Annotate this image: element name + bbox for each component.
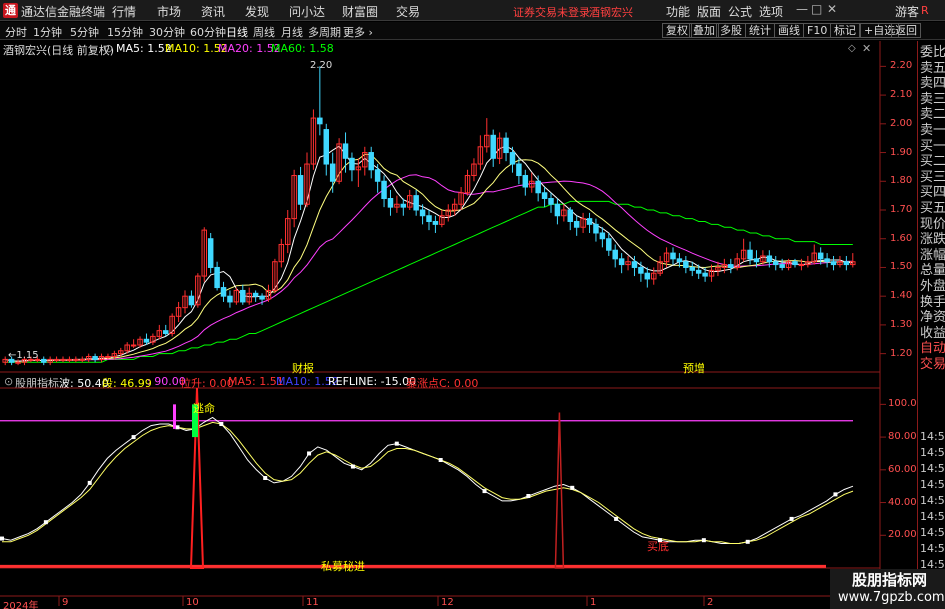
sidebar-item: 买二 [920, 154, 945, 170]
sidebar-item: 总量 [920, 263, 945, 279]
sidebar-item: 换手 [920, 294, 945, 310]
date-tick-label: 9 [62, 597, 69, 608]
sidebar-item: 买五 [920, 201, 945, 216]
sidebar-item: 外盘 [920, 279, 945, 294]
date-tick-label: 10 [186, 597, 199, 608]
sidebar-item: 卖二 [920, 107, 945, 123]
sidebar-item: 卖五 [920, 60, 945, 76]
date-axis: 2024年 9 10 11 12 1 2 [0, 0, 945, 609]
sidebar-item: 委比 [920, 45, 945, 60]
trade-time: 14:56 [920, 510, 945, 523]
sidebar-item: 卖四 [920, 76, 945, 92]
sidebar-item: 涨幅 [920, 247, 945, 263]
date-tick-label: 2 [707, 597, 714, 608]
date-tick-label: 11 [306, 597, 319, 608]
trade-time: 14:56 [920, 446, 945, 459]
trade-time: 14:56 [920, 526, 945, 539]
sidebar-item: 买四 [920, 185, 945, 201]
event-forecast-label[interactable]: 预增 [683, 360, 705, 376]
trade-time: 14:56 [920, 478, 945, 491]
trade-time: 14:56 [920, 462, 945, 475]
trade-time: 14:56 [920, 494, 945, 507]
date-tick-label: 12 [441, 597, 454, 608]
sidebar-item: 卖一 [920, 123, 945, 138]
high-price-label: 2.20 [310, 60, 333, 71]
date-tick-label: 1 [590, 597, 597, 608]
escape-signal-label: 逃命 [193, 402, 215, 415]
sidebar-item: 买三 [920, 169, 945, 185]
sidebar-item: 买一 [920, 138, 945, 154]
low-price-label: ←1.15 [8, 350, 39, 361]
private-fund-label: 私募秘进 [321, 560, 365, 573]
trade-time: 14:56 [920, 542, 945, 555]
app-window: 通 通达信金融终端 行情 市场 资讯 发现 问小达 财富圈 交易 证券交易未登录… [0, 0, 945, 609]
sidebar-item: 收益 [920, 325, 945, 341]
bottom-signal-label: 买底 [647, 540, 669, 553]
event-report-label[interactable]: 财报 [292, 360, 314, 376]
date-tick-label: 2024年 [3, 601, 39, 609]
low-price-value: 1.15 [16, 350, 39, 361]
watermark-url: www.7gpzb.com [838, 590, 945, 605]
sidebar-item[interactable]: 自动 [920, 341, 945, 356]
sidebar-item: 净资 [920, 310, 945, 326]
sidebar-item[interactable]: 交易 [920, 357, 945, 372]
watermark-title: 股朋指标网 [852, 571, 928, 589]
sidebar-item: 涨跌 [920, 232, 945, 248]
sidebar-item: 卖三 [920, 91, 945, 107]
trade-time: 14:56 [920, 430, 945, 443]
sidebar-item: 现价 [920, 216, 945, 232]
